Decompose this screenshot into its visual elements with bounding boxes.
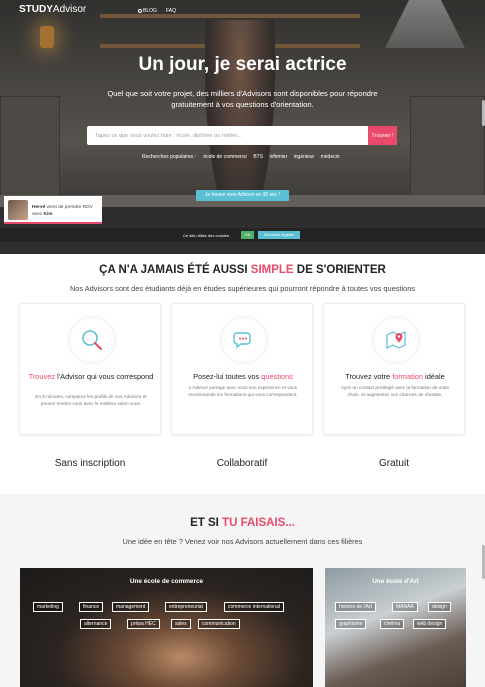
- nav-blog-link[interactable]: BLOG: [138, 8, 157, 14]
- tag-link[interactable]: management: [112, 602, 150, 612]
- search-bar: Trouver !: [87, 126, 397, 145]
- search-button[interactable]: Trouver !: [368, 126, 397, 145]
- tag-link[interactable]: histoire de l'Art: [335, 602, 376, 612]
- section-filieres-title: ET SI TU FAISAIS...: [0, 517, 485, 529]
- section-simple-title: ÇA N'A JAMAIS ÉTÉ AUSSI SIMPLE DE S'ORIE…: [0, 264, 485, 276]
- feature-card-find: Trouvez l'Advisor qui vous correspond En…: [19, 303, 161, 435]
- logo-advisor: Advisor: [52, 4, 87, 15]
- popular-search-link[interactable]: infirmier: [269, 154, 287, 160]
- card-title-rest: l'Advisor qui vous correspond: [55, 372, 154, 381]
- tag-link[interactable]: sales: [171, 619, 191, 629]
- tag-link[interactable]: finance: [79, 602, 104, 612]
- card-title-part: idéale: [423, 372, 445, 381]
- panel-ecole-art[interactable]: Une école d'Art histoire de l'Art MANAA …: [325, 568, 466, 687]
- popular-search-link[interactable]: médecin: [321, 154, 340, 160]
- notification-toast[interactable]: Hervé vient de prendre RDV avec Kim: [4, 196, 102, 224]
- card-text: Ayez un contact privilégié avec la forma…: [340, 385, 450, 397]
- panel-title: Une école de commerce: [129, 578, 204, 585]
- title-part: ET SI: [190, 517, 223, 529]
- card-title-part: Trouvez votre: [345, 372, 393, 381]
- notification-name: Hervé: [32, 205, 46, 210]
- tag-link[interactable]: commerce international: [224, 602, 284, 612]
- chat-icon: [233, 332, 251, 349]
- popular-search-link[interactable]: BTS: [253, 154, 263, 160]
- card-title-highlight: formation: [392, 372, 423, 381]
- logo[interactable]: STUDYAdvisor: [19, 4, 86, 15]
- popular-search-link[interactable]: ingénieur: [294, 154, 315, 160]
- blog-icon: [138, 9, 142, 13]
- card-icon-circle: [374, 318, 418, 362]
- feature-card-formation: Trouvez votre formation idéale Ayez un c…: [323, 303, 465, 435]
- card-title-highlight: Trouvez: [28, 372, 56, 381]
- notification-with: Kim: [43, 212, 53, 217]
- search-icon: [82, 330, 102, 350]
- location-pin-icon: [386, 331, 406, 349]
- cookie-text: Ce site utilise des cookies: [183, 233, 230, 238]
- top-nav: STUDYAdvisor BLOG FAQ: [0, 0, 485, 22]
- tag-link[interactable]: MANAA: [392, 602, 418, 612]
- tag-link[interactable]: entrepreneuriat: [165, 602, 207, 612]
- logo-study: STUDY: [19, 4, 53, 15]
- card-title: Trouvez l'Advisor qui vous correspond: [24, 372, 158, 381]
- tag-link[interactable]: alternance: [80, 619, 112, 629]
- popular-searches: Recherches populaires : école de commerc…: [142, 154, 345, 160]
- notification-text: Hervé vient de prendre RDV avec Kim: [32, 204, 100, 218]
- panel-ecole-commerce[interactable]: Une école de commerce marketing finance …: [20, 568, 313, 687]
- title-part: ÇA N'A JAMAIS ÉTÉ AUSSI: [99, 264, 251, 276]
- cookie-banner: Ce site utilise des cookies OK Mentions …: [0, 228, 485, 242]
- title-highlight: TU FAISAIS...: [222, 517, 295, 529]
- find-advisor-button[interactable]: Je trouve mon Advisor en 30 sec !: [196, 190, 289, 201]
- panel-title: Une école d'Art: [372, 578, 419, 585]
- feature-label: Sans inscription: [54, 458, 126, 469]
- card-icon-circle: [70, 318, 114, 362]
- tag-link[interactable]: web design: [413, 619, 447, 629]
- card-title: Posez-lui toutes vos questions: [176, 372, 310, 381]
- card-icon-circle: [222, 318, 266, 362]
- tag-link[interactable]: prépa HEC: [127, 619, 160, 629]
- card-title-highlight: questions: [261, 372, 293, 381]
- nav-faq-link[interactable]: FAQ: [166, 8, 176, 14]
- hero-title: Un jour, je serai actrice: [138, 54, 347, 75]
- section-simple-subtitle: Nos Advisors sont des étudiants déjà en …: [69, 284, 416, 293]
- section-filieres-subtitle: Une idée en tête ? Venez voir nos Adviso…: [122, 537, 363, 546]
- avatar: [8, 200, 28, 220]
- card-title: Trouvez votre formation idéale: [328, 372, 462, 381]
- title-highlight: SIMPLE: [250, 264, 294, 276]
- popular-label: Recherches populaires :: [142, 154, 196, 160]
- popular-search-link[interactable]: école de commerce: [203, 154, 247, 160]
- feature-card-questions: Posez-lui toutes vos questions L'Advisor…: [171, 303, 313, 435]
- tag-link[interactable]: design: [428, 602, 451, 612]
- hero-subtitle: Quel que soit votre projet, des milliers…: [107, 89, 378, 109]
- feature-label: Collaboratif: [216, 458, 268, 469]
- feature-label: Gratuit: [378, 458, 409, 469]
- title-part: DE S'ORIENTER: [293, 264, 386, 276]
- search-input[interactable]: [87, 126, 367, 145]
- nav-blog-label: BLOG: [143, 8, 157, 14]
- tag-link[interactable]: graphisme: [335, 619, 367, 629]
- card-title-part: Posez-lui toutes vos: [193, 372, 262, 381]
- tag-link[interactable]: marketing: [33, 602, 63, 612]
- cookie-legal-button[interactable]: Mentions légales: [258, 231, 300, 239]
- card-text: L'Advisor partage avec vous son expérien…: [188, 385, 298, 397]
- card-text: En 5 minutes, comparez les profils de no…: [35, 394, 147, 406]
- tag-link[interactable]: cinéma: [380, 619, 405, 629]
- cookie-ok-button[interactable]: OK: [241, 231, 254, 239]
- tag-link[interactable]: communication: [198, 619, 240, 629]
